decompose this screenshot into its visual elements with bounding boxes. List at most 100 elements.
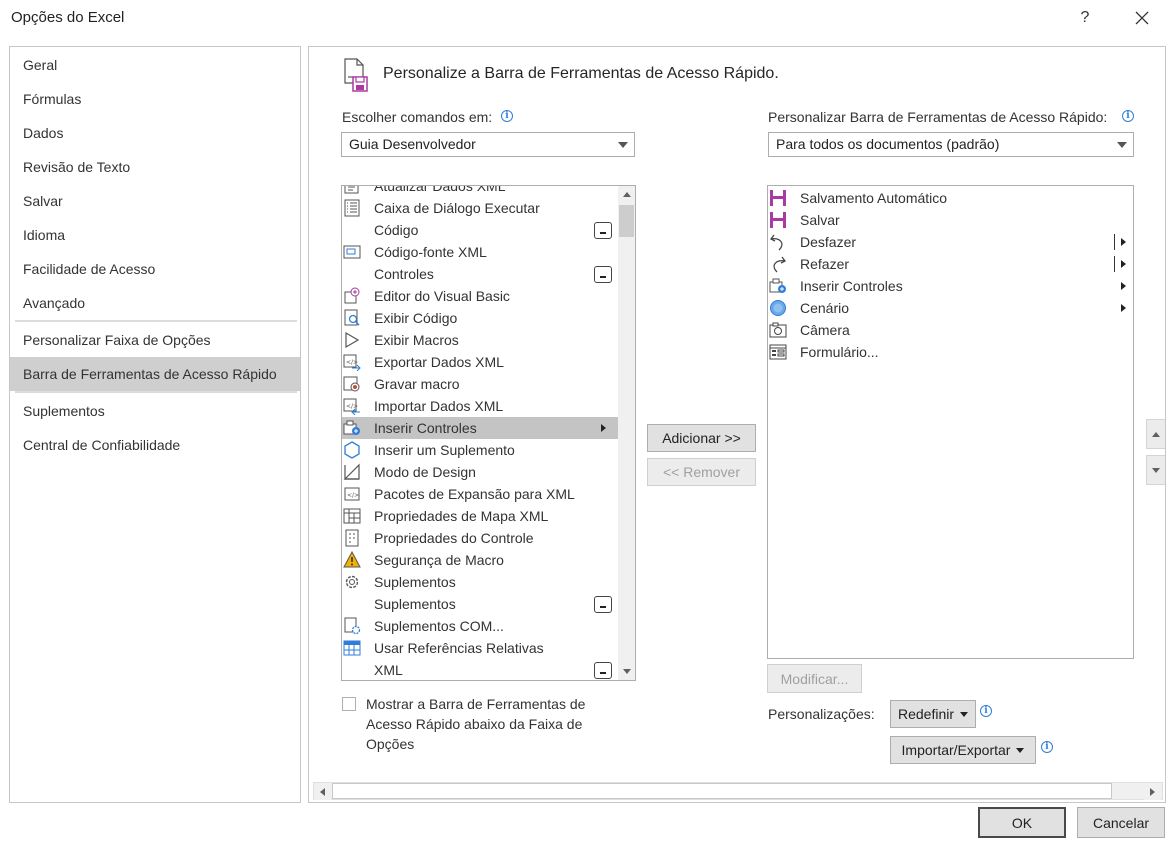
qat-listbox[interactable]: Salvamento Automático Salvar Desfazer Re… (767, 185, 1134, 659)
submenu-arrow-icon (1121, 238, 1126, 246)
list-item[interactable]: Formulário... (768, 341, 1133, 363)
list-item[interactable]: Suplementos (342, 593, 618, 615)
arrow-down-icon (622, 669, 631, 674)
move-up-button[interactable] (1146, 419, 1165, 449)
list-item[interactable]: Código (342, 219, 618, 241)
info-icon[interactable]: i (1041, 741, 1053, 753)
nav-item-barra-acesso-rapido[interactable]: Barra de Ferramentas de Acesso Rápido (10, 357, 300, 391)
nav-item-idioma[interactable]: Idioma (10, 218, 300, 252)
relative-refs-icon (343, 639, 361, 657)
customize-qat-dropdown[interactable]: Para todos os documentos (padrão) (768, 132, 1134, 157)
show-below-ribbon-label-line1: Mostrar a Barra de Ferramentas de (366, 696, 586, 712)
commands-scrollbar[interactable] (618, 186, 635, 680)
nav-item-central-confiabilidade[interactable]: Central de Confiabilidade (10, 428, 300, 462)
show-below-ribbon-checkbox[interactable] (342, 697, 356, 711)
scroll-right-button[interactable] (1144, 783, 1161, 800)
nav-item-acessibilidade[interactable]: Facilidade de Acesso (10, 252, 300, 286)
window-title: Opções do Excel (11, 9, 125, 26)
import-export-button[interactable]: Importar/Exportar (890, 736, 1036, 764)
list-item[interactable]: Atualizar Dados XML (342, 185, 618, 197)
list-item[interactable]: XML (342, 659, 618, 680)
ok-button[interactable]: OK (978, 807, 1066, 838)
info-icon[interactable]: i (1122, 110, 1134, 122)
list-item[interactable]: Controles (342, 263, 618, 285)
scroll-down-button[interactable] (618, 663, 635, 680)
list-item[interactable]: Inserir Controles (768, 275, 1133, 297)
nav-item-dados[interactable]: Dados (10, 116, 300, 150)
list-item[interactable]: Câmera (768, 319, 1133, 341)
info-icon[interactable]: i (980, 705, 992, 717)
command-label: XML (374, 662, 403, 678)
customizations-label: Personalizações: (768, 706, 875, 722)
modify-button[interactable]: Modificar... (767, 664, 862, 693)
list-item[interactable]: Caixa de Diálogo Executar (342, 197, 618, 219)
arrow-up-icon (622, 192, 631, 197)
submenu-arrow-icon (1121, 282, 1126, 290)
list-item[interactable]: Exibir Código (342, 307, 618, 329)
help-button[interactable]: ? (1073, 6, 1097, 30)
scroll-thumb[interactable] (332, 783, 1112, 799)
list-item[interactable]: </> Exportar Dados XML (342, 351, 618, 373)
xml-source-icon (343, 243, 361, 261)
qat-item-label: Formulário... (800, 344, 879, 360)
list-item-selected[interactable]: Inserir Controles (342, 417, 618, 439)
nav-item-geral[interactable]: Geral (10, 48, 300, 82)
command-label: Suplementos COM... (374, 618, 504, 634)
blank-icon (343, 661, 361, 679)
list-item[interactable]: Salvamento Automático (768, 187, 1133, 209)
list-item[interactable]: Salvar (768, 209, 1133, 231)
reset-button[interactable]: Redefinir (890, 700, 976, 728)
nav-item-salvar[interactable]: Salvar (10, 184, 300, 218)
list-item[interactable]: Usar Referências Relativas (342, 637, 618, 659)
list-item[interactable]: </> Pacotes de Expansão para XML (342, 483, 618, 505)
record-macro-icon (343, 375, 361, 393)
list-item[interactable]: Exibir Macros (342, 329, 618, 351)
list-item[interactable]: Editor do Visual Basic (342, 285, 618, 307)
list-item[interactable]: Cenário (768, 297, 1133, 319)
list-item[interactable]: Refazer (768, 253, 1133, 275)
qat-heading-icon (341, 57, 373, 93)
list-item[interactable]: </> Importar Dados XML (342, 395, 618, 417)
nav-item-suplementos[interactable]: Suplementos (10, 394, 300, 428)
add-button[interactable]: Adicionar >> (647, 424, 756, 452)
com-addins-icon (343, 617, 361, 635)
scroll-up-button[interactable] (618, 186, 635, 203)
qat-item-label: Refazer (800, 256, 850, 272)
qat-item-label: Salvamento Automático (800, 190, 948, 206)
command-label: Modo de Design (374, 464, 476, 480)
list-item[interactable]: Suplementos (342, 571, 618, 593)
close-button[interactable] (1130, 6, 1154, 30)
arrow-down-icon (1152, 467, 1160, 473)
commands-listbox[interactable]: Atualizar Dados XML Caixa de Diálogo Exe… (341, 185, 636, 681)
split-separator (1114, 234, 1115, 250)
command-label: Inserir Controles (374, 420, 477, 436)
remove-button[interactable]: << Remover (647, 458, 756, 486)
customize-qat-value: Para todos os documentos (padrão) (776, 136, 1000, 152)
horizontal-scrollbar[interactable] (313, 782, 1163, 800)
nav-item-revisao[interactable]: Revisão de Texto (10, 150, 300, 184)
nav-item-personalizar-faixa[interactable]: Personalizar Faixa de Opções (10, 323, 300, 357)
cancel-button[interactable]: Cancelar (1077, 807, 1165, 838)
scroll-left-button[interactable] (314, 783, 331, 800)
list-item[interactable]: Gravar macro (342, 373, 618, 395)
list-item[interactable]: Desfazer (768, 231, 1133, 253)
list-item[interactable]: Modo de Design (342, 461, 618, 483)
list-item[interactable]: Propriedades do Controle (342, 527, 618, 549)
list-item[interactable]: Inserir um Suplemento (342, 439, 618, 461)
scroll-thumb[interactable] (619, 205, 634, 237)
list-item[interactable]: Suplementos COM... (342, 615, 618, 637)
nav-item-avancado[interactable]: Avançado (10, 286, 300, 320)
info-icon[interactable]: i (501, 110, 513, 122)
choose-commands-dropdown[interactable]: Guia Desenvolvedor (341, 132, 635, 157)
command-label: Atualizar Dados XML (374, 185, 506, 194)
form-icon (769, 343, 787, 361)
command-label: Controles (374, 266, 434, 282)
list-item[interactable]: Segurança de Macro (342, 549, 618, 571)
list-item[interactable]: Código-fonte XML (342, 241, 618, 263)
command-label: Exibir Macros (374, 332, 459, 348)
move-down-button[interactable] (1146, 455, 1165, 485)
list-item[interactable]: Propriedades de Mapa XML (342, 505, 618, 527)
map-properties-icon (343, 507, 361, 525)
nav-item-formulas[interactable]: Fórmulas (10, 82, 300, 116)
submenu-arrow-icon (601, 424, 606, 432)
